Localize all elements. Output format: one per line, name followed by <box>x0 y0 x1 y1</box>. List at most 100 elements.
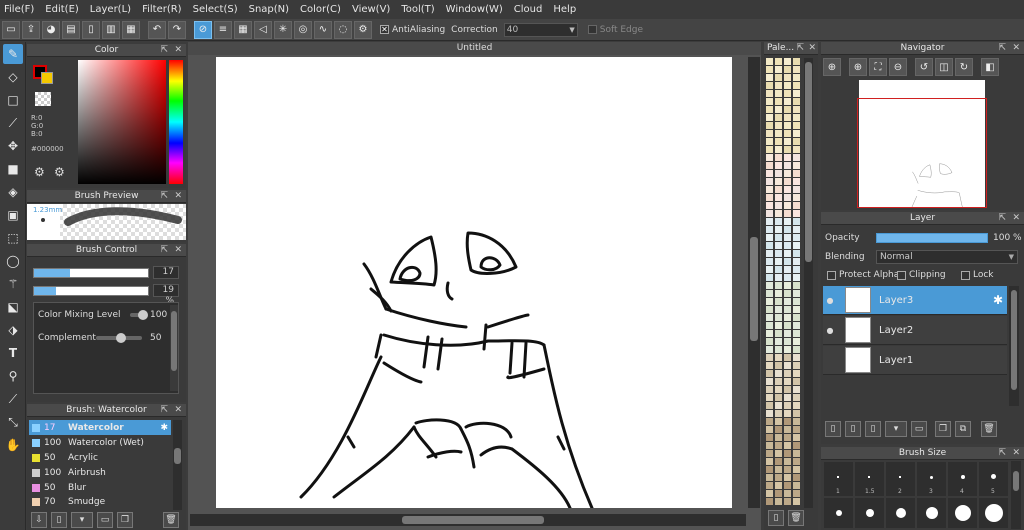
palette-swatch[interactable] <box>766 362 773 369</box>
viewport-indicator[interactable] <box>857 98 987 208</box>
palette-swatch[interactable] <box>766 66 773 73</box>
menu-view[interactable]: View(V) <box>352 4 390 15</box>
visibility-icon[interactable]: ● <box>823 296 837 305</box>
palette-swatch[interactable] <box>793 234 800 241</box>
flip-icon[interactable]: ◧ <box>981 58 999 76</box>
close-icon[interactable]: ✕ <box>1012 447 1020 460</box>
palette-swatch[interactable] <box>775 186 782 193</box>
palette-swatch[interactable] <box>793 362 800 369</box>
zoom-out-icon[interactable]: ⊖ <box>889 58 907 76</box>
palette-swatch[interactable] <box>784 98 791 105</box>
palette-swatch[interactable] <box>793 442 800 449</box>
palette-swatch[interactable] <box>793 194 800 201</box>
palette-swatch[interactable] <box>766 82 773 89</box>
palette-swatch[interactable] <box>775 146 782 153</box>
palette-swatch[interactable] <box>775 98 782 105</box>
palette-swatch[interactable] <box>784 442 791 449</box>
palette-swatch[interactable] <box>793 218 800 225</box>
brush-item[interactable]: 70 Smudge <box>29 495 171 509</box>
palette-swatch[interactable] <box>766 194 773 201</box>
palette-swatch[interactable] <box>793 82 800 89</box>
undock-icon[interactable]: ⇱ <box>160 190 168 203</box>
palette-swatch[interactable] <box>793 450 800 457</box>
palette-swatch[interactable] <box>784 250 791 257</box>
duplicate-layer-icon[interactable]: ❐ <box>935 421 951 437</box>
new-brush-icon[interactable]: ▯ <box>51 512 67 528</box>
palette-swatch[interactable] <box>775 170 782 177</box>
palette-swatch[interactable] <box>784 234 791 241</box>
palette-swatch[interactable] <box>793 482 800 489</box>
rotate-left-icon[interactable]: ↺ <box>915 58 933 76</box>
complement-slider[interactable] <box>96 333 142 343</box>
palette-swatch[interactable] <box>793 410 800 417</box>
palette-swatch[interactable] <box>793 434 800 441</box>
palette-swatch[interactable] <box>775 466 782 473</box>
magic-wand-icon[interactable]: ⚚ <box>3 274 23 294</box>
rect-tool-icon[interactable]: □ <box>3 90 23 110</box>
new-file-icon[interactable]: ▭ <box>2 20 20 39</box>
palette-swatch[interactable] <box>766 98 773 105</box>
brush-size-cell[interactable] <box>885 497 916 529</box>
snap-parallel-icon[interactable]: ≡ <box>214 20 232 39</box>
new-layer-8bit-icon[interactable]: ▯ <box>845 421 861 437</box>
palette-swatch[interactable] <box>775 234 782 241</box>
menu-filter[interactable]: Filter(R) <box>142 4 182 15</box>
palette-swatch[interactable] <box>784 482 791 489</box>
snap-ellipse-icon[interactable]: ◌ <box>334 20 352 39</box>
palette-swatch[interactable] <box>775 58 782 65</box>
visibility-icon[interactable]: ● <box>823 326 837 335</box>
palette-swatch[interactable] <box>784 90 791 97</box>
brush-size-cell[interactable]: 1 <box>823 461 854 497</box>
palette-swatch[interactable] <box>784 410 791 417</box>
brush-item[interactable]: 50 Acrylic <box>29 450 171 465</box>
palette-swatch[interactable] <box>775 194 782 201</box>
palette-swatch[interactable] <box>775 490 782 497</box>
palette-swatch[interactable] <box>793 74 800 81</box>
palette-swatches[interactable] <box>766 58 802 508</box>
palette-swatch[interactable] <box>784 242 791 249</box>
palette-swatch[interactable] <box>766 290 773 297</box>
palette-swatch[interactable] <box>766 74 773 81</box>
operation-icon[interactable]: ⚲ <box>3 366 23 386</box>
drawing-canvas[interactable] <box>216 57 732 508</box>
palette-swatch[interactable] <box>784 178 791 185</box>
palette-swatch[interactable] <box>784 418 791 425</box>
palette-swatch[interactable] <box>793 330 800 337</box>
palette-swatch[interactable] <box>775 442 782 449</box>
brush-item[interactable]: 17 Watercolor ✱ <box>29 420 171 435</box>
palette-swatch[interactable] <box>775 354 782 361</box>
palette-swatch[interactable] <box>766 306 773 313</box>
comment-icon[interactable]: ▤ <box>62 20 80 39</box>
palette-swatch[interactable] <box>784 490 791 497</box>
palette-swatch[interactable] <box>784 162 791 169</box>
palette-swatch[interactable] <box>793 178 800 185</box>
bucket-icon[interactable]: ◈ <box>3 182 23 202</box>
palette-swatch[interactable] <box>775 322 782 329</box>
menu-select[interactable]: Select(S) <box>193 4 238 15</box>
canvas-vertical-scrollbar[interactable] <box>748 57 760 508</box>
close-icon[interactable]: ✕ <box>174 44 182 57</box>
palette-swatch[interactable] <box>793 186 800 193</box>
palette-swatch[interactable] <box>775 178 782 185</box>
lock-checkbox[interactable] <box>961 271 970 280</box>
palette-swatch[interactable] <box>793 130 800 137</box>
share-icon[interactable]: ⇪ <box>22 20 40 39</box>
merge-layer-icon[interactable]: ⧉ <box>955 421 971 437</box>
panel-icon[interactable]: ▥ <box>102 20 120 39</box>
menu-window[interactable]: Window(W) <box>446 4 503 15</box>
close-icon[interactable]: ✕ <box>808 42 816 55</box>
palette-swatch[interactable] <box>784 498 791 505</box>
new-layer-icon[interactable]: ▯ <box>825 421 841 437</box>
brush-settings-scrollbar[interactable] <box>170 305 178 391</box>
trash-icon[interactable]: 🗑 <box>981 421 997 437</box>
layer-row[interactable]: ● Layer2 <box>823 316 1007 345</box>
menu-tool[interactable]: Tool(T) <box>401 4 434 15</box>
palette-swatch[interactable] <box>775 378 782 385</box>
palette-swatch[interactable] <box>784 282 791 289</box>
close-icon[interactable]: ✕ <box>174 244 182 257</box>
palette-swatch[interactable] <box>766 178 773 185</box>
layer-row[interactable]: Layer1 <box>823 346 1007 375</box>
actual-size-icon[interactable]: ◫ <box>935 58 953 76</box>
palette-swatch[interactable] <box>766 226 773 233</box>
palette-swatch[interactable] <box>766 130 773 137</box>
